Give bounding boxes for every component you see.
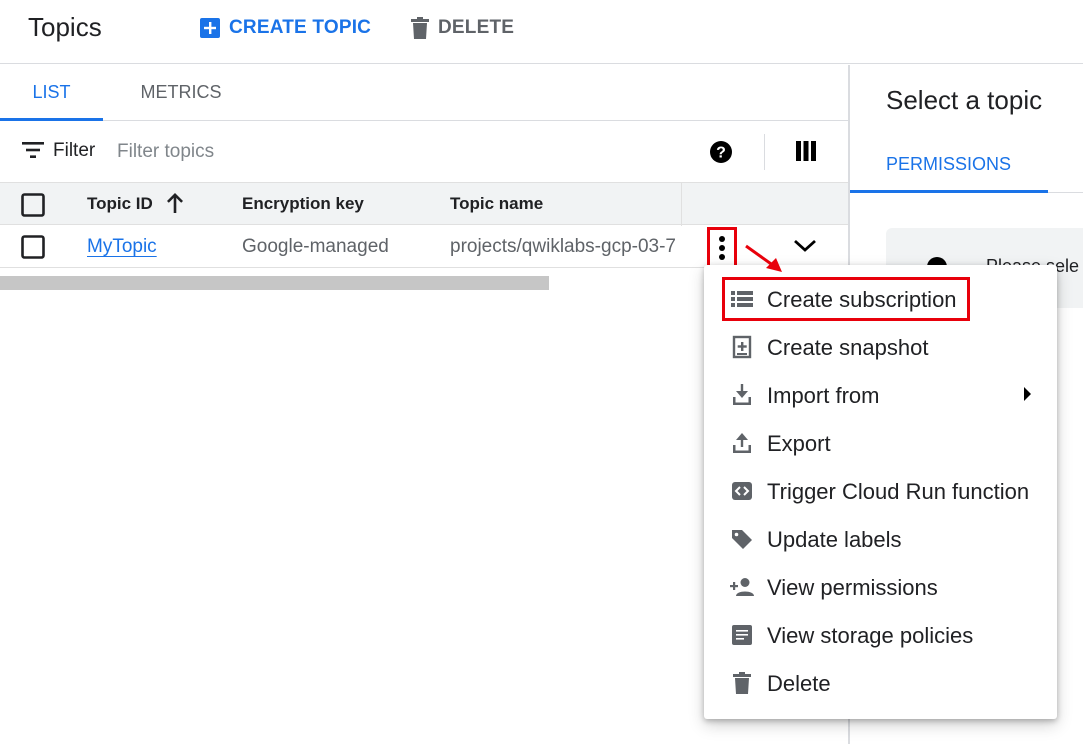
arrow-up-icon[interactable] — [164, 192, 186, 214]
menu-item-label: Export — [767, 431, 831, 456]
select-all-checkbox[interactable] — [21, 193, 45, 217]
submenu-arrow-icon — [1024, 387, 1031, 401]
filter-icon[interactable] — [22, 142, 44, 158]
menu-item-label: Delete — [767, 671, 831, 696]
chevron-down-icon[interactable] — [793, 238, 817, 254]
page-header: Topics CREATE TOPIC DELETE — [0, 0, 1083, 64]
menu-item-create-snapshot[interactable]: Create snapshot — [704, 323, 1057, 371]
menu-item-view-permissions[interactable]: View permissions — [704, 563, 1057, 611]
article-icon — [732, 625, 752, 645]
more-actions-button[interactable] — [707, 227, 737, 268]
tab-list[interactable]: LIST — [0, 65, 103, 121]
menu-item-view-storage-policies[interactable]: View storage policies — [704, 611, 1057, 659]
menu-item-label: Create subscription — [767, 287, 957, 312]
tab-metrics[interactable]: METRICS — [118, 65, 244, 121]
menu-item-update-labels[interactable]: Update labels — [704, 515, 1057, 563]
create-topic-label: CREATE TOPIC — [229, 17, 372, 38]
trash-icon — [733, 672, 751, 694]
menu-item-export[interactable]: Export — [704, 419, 1057, 467]
list-icon — [731, 291, 753, 307]
tab-permissions[interactable]: PERMISSIONS — [850, 137, 1048, 193]
upload-icon — [733, 433, 751, 453]
panel-title: Select a topic — [886, 85, 1043, 115]
topic-id-link[interactable]: MyTopic — [87, 236, 157, 258]
red-arrow-annotation — [745, 244, 782, 272]
column-header-encryption-key[interactable]: Encryption key — [242, 194, 364, 214]
menu-item-label: View storage policies — [767, 623, 974, 648]
menu-item-label: Create snapshot — [767, 335, 929, 360]
page-title: Topics — [28, 12, 102, 42]
column-divider — [681, 183, 682, 226]
topic-name-cell: projects/qwiklabs-gcp-03-7 — [450, 236, 676, 257]
delete-button[interactable]: DELETE — [411, 15, 514, 41]
column-header-topic-id[interactable]: Topic ID — [87, 194, 153, 214]
help-icon[interactable]: ? — [709, 140, 733, 164]
menu-item-label: Update labels — [767, 527, 902, 552]
menu-item-label: Import from — [767, 383, 880, 408]
view-tabs: LIST METRICS — [0, 65, 848, 121]
table-header: Topic ID Encryption key Topic name — [0, 182, 848, 226]
column-display-icon[interactable] — [796, 141, 816, 161]
filter-label[interactable]: Filter — [53, 140, 95, 162]
menu-item-trigger-cloud-run-function[interactable]: Trigger Cloud Run function — [704, 467, 1057, 515]
menu-item-label: Trigger Cloud Run function — [767, 479, 1030, 504]
more-vert-icon — [719, 235, 725, 260]
download-icon — [733, 384, 751, 405]
row-checkbox[interactable] — [21, 235, 45, 259]
topic-actions-menu: Create subscription Create snapshot Impo… — [704, 265, 1057, 719]
filter-bar: Filter ? — [0, 122, 848, 182]
code-icon — [732, 482, 752, 500]
trash-icon — [411, 17, 429, 39]
svg-text:?: ? — [716, 145, 726, 162]
add-box-icon — [200, 18, 220, 38]
delete-label: DELETE — [438, 17, 515, 38]
panel-tabs: PERMISSIONS — [850, 137, 1083, 193]
person-add-icon — [730, 578, 754, 596]
encryption-key-cell: Google-managed — [242, 236, 389, 257]
menu-item-label: View permissions — [767, 575, 938, 600]
horizontal-scrollbar[interactable] — [0, 276, 549, 290]
snapshot-icon — [732, 335, 752, 359]
menu-item-delete[interactable]: Delete — [704, 659, 1057, 707]
table-row: MyTopic Google-managed projects/qwiklabs… — [0, 225, 848, 268]
menu-item-import-from[interactable]: Import from — [704, 371, 1057, 419]
create-topic-button[interactable]: CREATE TOPIC — [200, 15, 371, 41]
filter-input[interactable] — [117, 138, 677, 166]
column-header-topic-name[interactable]: Topic name — [450, 194, 543, 214]
label-icon — [732, 530, 752, 549]
menu-item-create-subscription[interactable]: Create subscription — [704, 275, 1057, 323]
toolbar-divider — [764, 134, 765, 170]
